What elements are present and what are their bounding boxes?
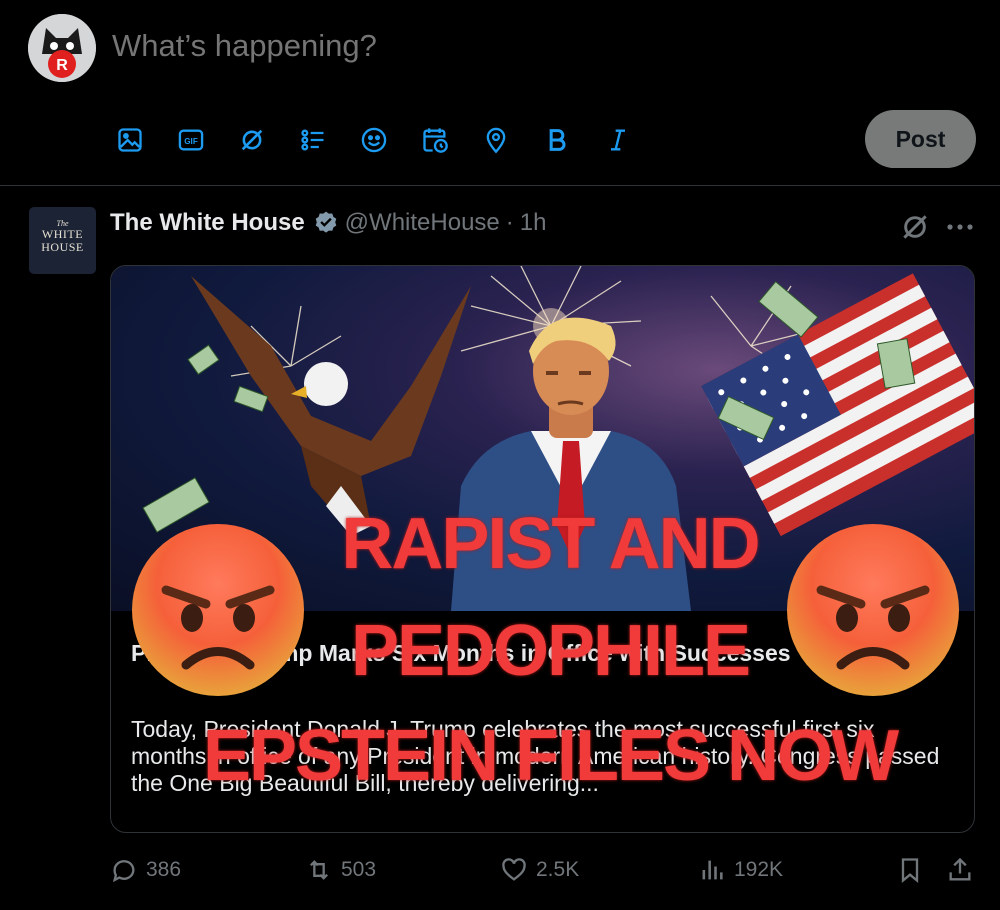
avatar-text-the: The	[56, 219, 69, 228]
more-options-icon[interactable]	[944, 215, 976, 239]
tweet-actions: 386 503 2.5K 192K	[110, 856, 980, 890]
location-icon[interactable]	[476, 120, 516, 160]
compose-toolbar: GIF	[110, 118, 659, 162]
poll-icon[interactable]	[293, 120, 333, 160]
grok-icon[interactable]	[232, 120, 272, 160]
card-title: President Trump Marks Six Months in Offi…	[131, 640, 791, 666]
repost-count: 503	[341, 858, 377, 881]
post-button[interactable]: Post	[865, 110, 976, 168]
like-count: 2.5K	[536, 858, 580, 881]
link-card[interactable]: President Trump Marks Six Months in Offi…	[110, 265, 975, 833]
svg-text:R: R	[56, 57, 68, 74]
image-icon[interactable]	[110, 120, 150, 160]
views-icon	[702, 860, 723, 880]
reply-count: 386	[146, 858, 182, 881]
bold-icon[interactable]	[537, 120, 577, 160]
bookmark-button[interactable]	[896, 856, 932, 884]
card-image[interactable]	[111, 266, 974, 611]
tweet[interactable]: The WHITE HOUSE The White House @WhiteHo…	[0, 187, 1000, 910]
grok-icon[interactable]	[899, 211, 931, 243]
schedule-icon[interactable]	[415, 120, 455, 160]
card-description: Today, President Donald J. Trump celebra…	[131, 716, 940, 796]
author-handle[interactable]: @WhiteHouse	[345, 209, 500, 237]
bookmark-icon	[901, 858, 919, 883]
views-count: 192K	[734, 858, 784, 881]
avatar-text-house: HOUSE	[41, 240, 84, 254]
user-avatar[interactable]: R	[28, 14, 96, 82]
tweet-composer: R GIF Post	[0, 0, 1000, 186]
repost-button[interactable]: 503	[305, 856, 376, 884]
share-button[interactable]	[946, 856, 982, 884]
heart-icon	[502, 858, 526, 881]
author-name[interactable]: The White House	[110, 209, 305, 237]
verified-badge-icon	[315, 211, 336, 233]
views-button[interactable]: 192K	[698, 856, 783, 884]
tweet-header: The White House @WhiteHouse · 1h	[110, 209, 546, 237]
italic-icon[interactable]	[598, 120, 638, 160]
author-avatar[interactable]: The WHITE HOUSE	[29, 207, 96, 274]
reply-button[interactable]: 386	[110, 856, 181, 884]
repost-icon	[310, 860, 328, 880]
gif-icon[interactable]: GIF	[171, 120, 211, 160]
tweet-time[interactable]: 1h	[520, 209, 547, 237]
compose-input[interactable]	[112, 28, 812, 64]
like-button[interactable]: 2.5K	[500, 856, 579, 884]
separator-dot: ·	[505, 209, 514, 236]
svg-text:GIF: GIF	[184, 137, 198, 146]
share-icon	[949, 857, 971, 881]
emoji-icon[interactable]	[354, 120, 394, 160]
reply-icon	[112, 860, 135, 883]
